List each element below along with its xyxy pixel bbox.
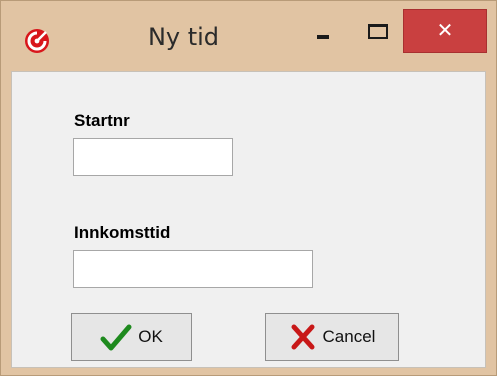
maximize-button[interactable] bbox=[355, 9, 401, 57]
cancel-button[interactable]: Cancel bbox=[265, 313, 399, 361]
dialog-content: Startnr Innkomsttid OK Cancel bbox=[11, 71, 486, 368]
red-x-icon bbox=[291, 324, 315, 350]
ok-button-label: OK bbox=[138, 327, 163, 346]
close-icon: ✕ bbox=[436, 18, 454, 42]
checkmark-icon bbox=[100, 324, 132, 351]
dialog-window: Ny tid ✕ Startnr Innkomsttid OK Cancel bbox=[0, 0, 497, 376]
innkomsttid-label: Innkomsttid bbox=[74, 223, 171, 242]
startnr-input[interactable] bbox=[73, 138, 233, 176]
startnr-label: Startnr bbox=[74, 111, 130, 130]
cancel-button-label: Cancel bbox=[322, 327, 376, 346]
ok-button[interactable]: OK bbox=[71, 313, 192, 361]
title-bar[interactable]: Ny tid ✕ bbox=[1, 1, 496, 71]
close-button[interactable]: ✕ bbox=[403, 9, 487, 53]
innkomsttid-input[interactable] bbox=[73, 250, 313, 288]
minimize-button[interactable] bbox=[301, 9, 347, 57]
